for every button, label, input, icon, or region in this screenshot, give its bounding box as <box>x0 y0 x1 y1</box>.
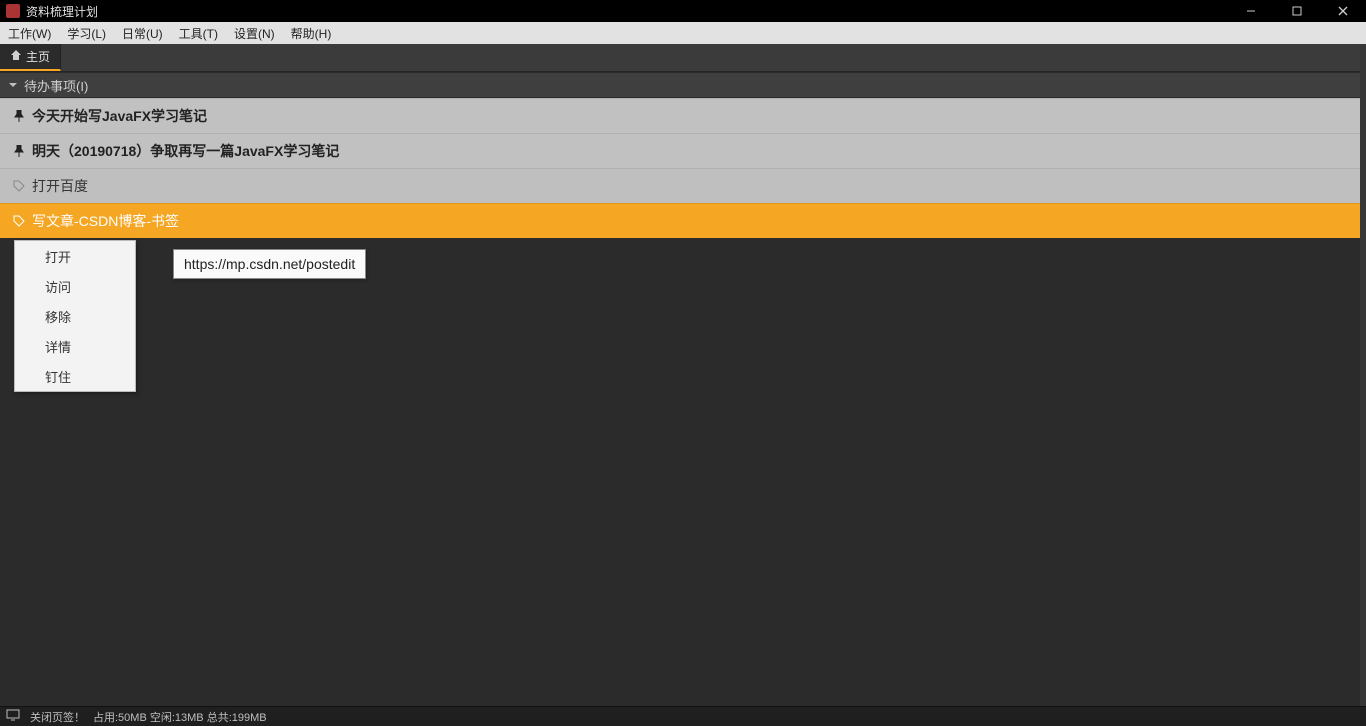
pin-icon <box>12 145 26 157</box>
menu-help[interactable]: 帮助(H) <box>283 22 340 44</box>
ctx-open[interactable]: 打开 <box>15 241 135 271</box>
ctx-visit[interactable]: 访问 <box>15 271 135 301</box>
close-icon <box>1338 6 1348 16</box>
todo-item[interactable]: 打开百度 <box>0 168 1366 203</box>
tag-icon <box>12 180 26 192</box>
tooltip: https://mp.csdn.net/postedit <box>173 249 366 279</box>
menubar: 工作(W) 学习(L) 日常(U) 工具(T) 设置(N) 帮助(H) <box>0 22 1366 44</box>
scrollbar[interactable] <box>1360 44 1366 706</box>
minimize-button[interactable] <box>1228 0 1274 22</box>
menu-tools[interactable]: 工具(T) <box>171 22 226 44</box>
window-title: 资料梳理计划 <box>26 3 98 20</box>
pin-icon <box>12 110 26 122</box>
todo-text: 写文章-CSDN博客-书签 <box>32 211 179 231</box>
home-icon <box>10 49 22 64</box>
todo-item[interactable]: 明天（20190718）争取再写一篇JavaFX学习笔记 <box>0 133 1366 168</box>
menu-daily[interactable]: 日常(U) <box>114 22 171 44</box>
tabbar: 主页 <box>0 44 1366 72</box>
todo-item[interactable]: 今天开始写JavaFX学习笔记 <box>0 98 1366 133</box>
todo-text: 今天开始写JavaFX学习笔记 <box>32 106 207 126</box>
monitor-icon <box>6 709 20 724</box>
app-icon <box>6 4 20 18</box>
ctx-detail[interactable]: 详情 <box>15 331 135 361</box>
maximize-icon <box>1292 6 1302 16</box>
tab-label: 主页 <box>26 48 50 65</box>
close-button[interactable] <box>1320 0 1366 22</box>
minimize-icon <box>1246 6 1256 16</box>
context-menu: 打开 访问 移除 详情 钉住 <box>14 240 136 392</box>
todo-text: 明天（20190718）争取再写一篇JavaFX学习笔记 <box>32 141 339 161</box>
menu-study[interactable]: 学习(L) <box>59 22 114 44</box>
menu-work[interactable]: 工作(W) <box>0 22 59 44</box>
statusbar: 关闭页签！ 占用:50MB 空闲:13MB 总共:199MB <box>0 706 1366 726</box>
menu-settings[interactable]: 设置(N) <box>226 22 283 44</box>
todo-item-selected[interactable]: 写文章-CSDN博客-书签 <box>0 203 1366 238</box>
chevron-down-icon <box>8 78 18 93</box>
ctx-remove[interactable]: 移除 <box>15 301 135 331</box>
todo-list: 今天开始写JavaFX学习笔记 明天（20190718）争取再写一篇JavaFX… <box>0 98 1366 238</box>
ctx-pin[interactable]: 钉住 <box>15 361 135 391</box>
section-header-todos[interactable]: 待办事项(I) <box>0 72 1366 98</box>
status-memory: 占用:50MB 空闲:13MB 总共:199MB <box>93 709 267 725</box>
status-message: 关闭页签！ <box>30 709 85 725</box>
section-title: 待办事项(I) <box>24 76 88 95</box>
tooltip-text: https://mp.csdn.net/postedit <box>184 256 355 272</box>
todo-text: 打开百度 <box>32 176 88 196</box>
tag-icon <box>12 215 26 227</box>
maximize-button[interactable] <box>1274 0 1320 22</box>
tab-home[interactable]: 主页 <box>0 44 61 71</box>
titlebar: 资料梳理计划 <box>0 0 1366 22</box>
